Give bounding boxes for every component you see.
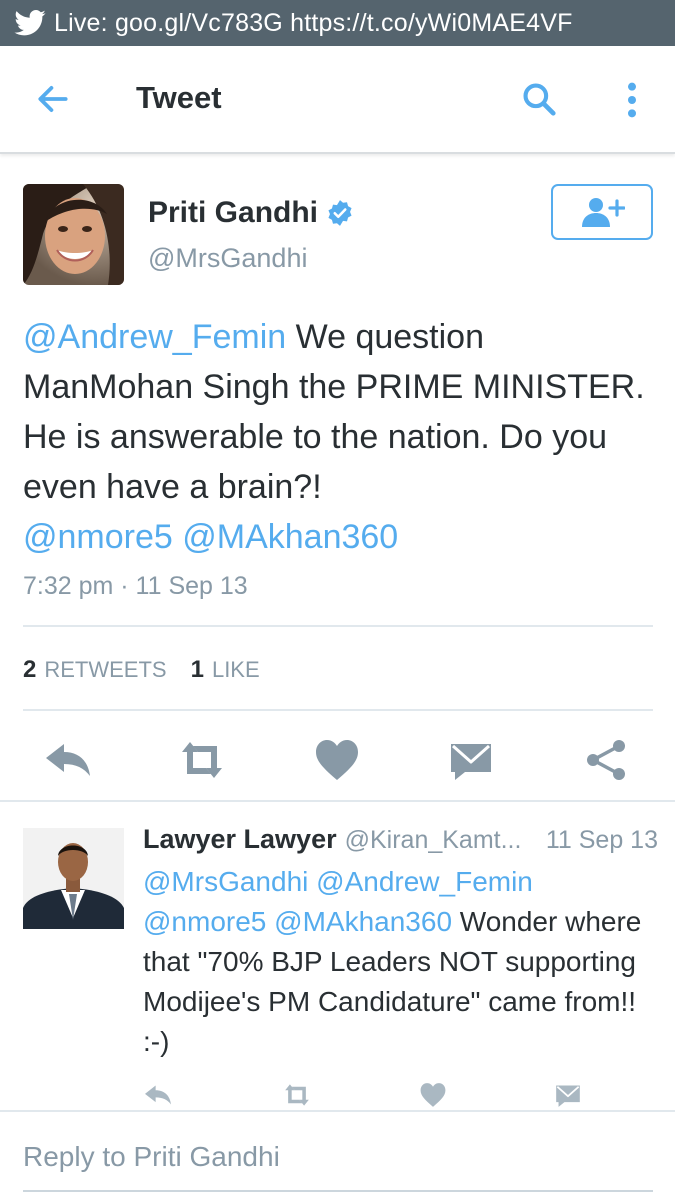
twitter-bird-icon (14, 10, 46, 36)
author-name[interactable]: Priti Gandhi (148, 196, 318, 230)
avatar-image (23, 828, 124, 929)
mention-link[interactable]: @nmore5 (143, 906, 266, 937)
search-icon[interactable] (520, 80, 558, 118)
mention-link[interactable]: @nmore5 (23, 518, 173, 556)
retweet-icon[interactable] (282, 1082, 312, 1108)
tweet-stats: 2 RETWEETS 1 LIKE (23, 656, 260, 684)
reply-header: Lawyer Lawyer @Kiran_Kamt... 11 Sep 13 (143, 824, 658, 855)
app-bar: Tweet (0, 46, 675, 154)
mention-link[interactable]: @Andrew_Femin (23, 318, 286, 356)
verified-badge-icon (328, 200, 352, 226)
tweet-actions (0, 730, 675, 790)
divider (23, 625, 653, 627)
mention-link[interactable]: @MAkhan360 (274, 906, 452, 937)
retweets-count[interactable]: 2 (23, 656, 36, 684)
like-heart-icon[interactable] (313, 738, 361, 782)
mention-link[interactable]: @Andrew_Femin (316, 866, 533, 897)
more-vertical-icon[interactable] (620, 80, 644, 120)
reply-actions (0, 1080, 675, 1110)
author-avatar[interactable] (23, 184, 124, 285)
reply-input[interactable] (23, 1134, 653, 1180)
tweet-text: @Andrew_Femin We question ManMohan Singh… (23, 312, 663, 562)
avatar-image (23, 184, 124, 285)
divider (23, 709, 653, 711)
mention-link[interactable]: @MrsGandhi (143, 866, 308, 897)
reply-date: 11 Sep 13 (545, 826, 658, 854)
author-handle[interactable]: @MrsGandhi (148, 243, 307, 274)
reply-composer (0, 1110, 675, 1200)
direct-message-icon[interactable] (447, 738, 495, 782)
divider (0, 800, 675, 802)
back-arrow-icon[interactable] (34, 80, 72, 118)
retweets-label[interactable]: RETWEETS (44, 657, 166, 683)
reply-author-handle[interactable]: @Kiran_Kamt... (345, 826, 522, 855)
page-title: Tweet (136, 80, 222, 115)
reply-input-underline (23, 1190, 653, 1192)
follow-button[interactable] (551, 184, 653, 240)
reply-icon[interactable] (143, 1082, 173, 1108)
retweet-icon[interactable] (178, 738, 226, 782)
add-user-icon (582, 198, 625, 227)
status-bar: Live: goo.gl/Vc783G https://t.co/yWi0MAE… (0, 0, 675, 46)
likes-count[interactable]: 1 (191, 656, 204, 684)
status-text: Live: goo.gl/Vc783G https://t.co/yWi0MAE… (54, 8, 573, 37)
like-heart-icon[interactable] (418, 1082, 448, 1108)
reply-text: @MrsGandhi @Andrew_Femin @nmore5 @MAkhan… (143, 862, 663, 1062)
share-icon[interactable] (582, 738, 630, 782)
likes-label[interactable]: LIKE (212, 657, 260, 683)
author-name-row[interactable]: Priti Gandhi (148, 196, 354, 230)
mention-link[interactable]: @MAkhan360 (182, 518, 398, 556)
tweet-timestamp: 7:32 pm · 11 Sep 13 (23, 572, 248, 600)
reply-icon[interactable] (44, 738, 92, 782)
direct-message-icon[interactable] (553, 1082, 583, 1108)
reply-author-name[interactable]: Lawyer Lawyer (143, 824, 337, 855)
reply-author-avatar[interactable] (23, 828, 124, 929)
